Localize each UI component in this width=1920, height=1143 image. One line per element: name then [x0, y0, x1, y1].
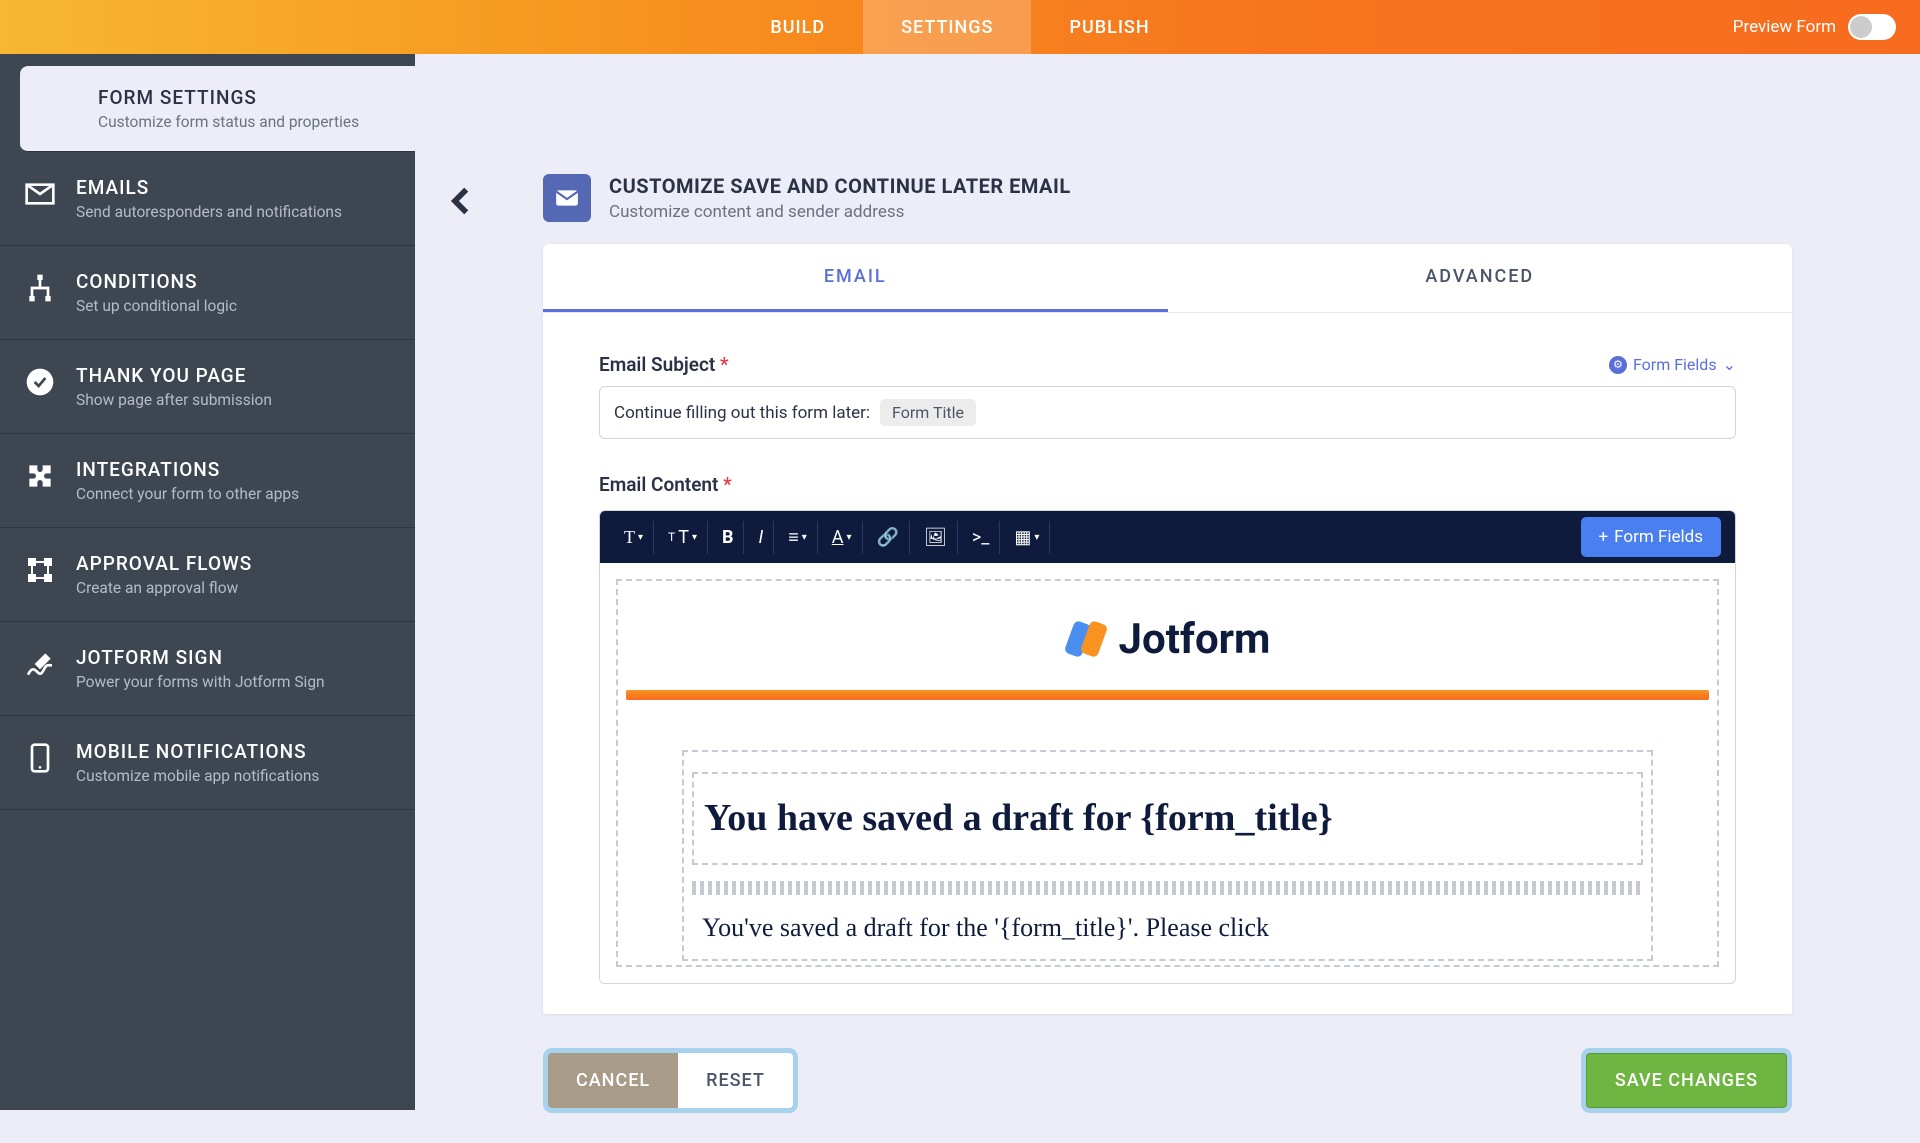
sidebar-item-mobile-notifications[interactable]: MOBILE NOTIFICATIONS Customize mobile ap…	[0, 716, 415, 810]
divider-bar	[626, 690, 1709, 700]
sidebar-item-label: THANK YOU PAGE	[76, 364, 391, 387]
sidebar-item-sub: Power your forms with Jotform Sign	[76, 673, 391, 691]
preview-toggle[interactable]	[1848, 14, 1896, 40]
sidebar-item-sub: Connect your form to other apps	[76, 485, 391, 503]
email-subject-label: Email Subject *	[599, 353, 729, 376]
form-fields-dropdown[interactable]: ⚙ Form Fields ⌄	[1609, 355, 1736, 374]
gear-small-icon: ⚙	[1609, 356, 1627, 374]
sidebar-item-label: FORM SETTINGS	[98, 86, 391, 109]
panel-tabs: EMAIL ADVANCED	[543, 244, 1792, 313]
preview-form-label: Preview Form	[1733, 17, 1836, 37]
sidebar-item-sub: Show page after submission	[76, 391, 391, 409]
reset-button[interactable]: RESET	[678, 1053, 793, 1108]
sidebar-item-label: EMAILS	[76, 176, 391, 199]
tab-settings[interactable]: SETTINGS	[863, 0, 1031, 54]
sidebar-item-sub: Set up conditional logic	[76, 297, 391, 315]
panel: EMAIL ADVANCED Email Subject * ⚙ Form Fi…	[543, 244, 1792, 1014]
page-header: CUSTOMIZE SAVE AND CONTINUE LATER EMAIL …	[415, 54, 1920, 222]
form-title-chip[interactable]: Form Title	[880, 399, 976, 426]
tree-icon	[24, 272, 56, 304]
footer: CANCEL RESET SAVE CHANGES	[415, 1014, 1920, 1143]
sidebar-item-label: JOTFORM SIGN	[76, 646, 391, 669]
tab-email[interactable]: EMAIL	[543, 244, 1168, 312]
sidebar-item-conditions[interactable]: CONDITIONS Set up conditional logic	[0, 246, 415, 340]
page-subtitle: Customize content and sender address	[609, 202, 1071, 222]
cancel-button[interactable]: CANCEL	[548, 1053, 678, 1108]
image-tool[interactable]: 🖼	[914, 521, 958, 554]
sidebar: FORM SETTINGS Customize form status and …	[0, 54, 415, 1110]
align-tool[interactable]: ≡▾	[778, 521, 818, 554]
preview-form: Preview Form	[1733, 14, 1896, 40]
sidebar-item-jotform-sign[interactable]: JOTFORM SIGN Power your forms with Jotfo…	[0, 622, 415, 716]
table-tool[interactable]: ▦▾	[1004, 521, 1050, 554]
sidebar-item-emails[interactable]: EMAILS Send autoresponders and notificat…	[0, 152, 415, 246]
email-subject-input[interactable]: Continue filling out this form later: Fo…	[599, 386, 1736, 439]
sidebar-item-sub: Customize mobile app notifications	[76, 767, 391, 785]
signature-icon	[24, 648, 56, 680]
sidebar-item-form-settings[interactable]: FORM SETTINGS Customize form status and …	[20, 66, 415, 152]
font-family-tool[interactable]: T▾	[614, 521, 654, 554]
sidebar-item-label: CONDITIONS	[76, 270, 391, 293]
gear-icon	[46, 88, 78, 120]
editor-toolbar: T▾ TT▾ B I ≡▾ A▾ 🔗 🖼 >_ ▦▾ +Form Fields	[600, 511, 1735, 563]
draft-title[interactable]: You have saved a draft for {form_title}	[704, 794, 1631, 843]
check-circle-icon	[24, 366, 56, 398]
code-tool[interactable]: >_	[962, 521, 1001, 554]
link-tool[interactable]: 🔗	[867, 521, 910, 554]
sidebar-item-integrations[interactable]: INTEGRATIONS Connect your form to other …	[0, 434, 415, 528]
divider	[692, 881, 1643, 895]
form-fields-button[interactable]: +Form Fields	[1581, 517, 1722, 557]
font-size-tool[interactable]: TT▾	[658, 521, 708, 554]
sidebar-item-label: APPROVAL FLOWS	[76, 552, 391, 575]
top-tabs: BUILD SETTINGS PUBLISH	[732, 0, 1187, 54]
main: CUSTOMIZE SAVE AND CONTINUE LATER EMAIL …	[415, 54, 1920, 1110]
editor-body[interactable]: Jotform You have saved a draft for {form…	[600, 563, 1735, 983]
sidebar-item-sub: Create an approval flow	[76, 579, 391, 597]
sidebar-item-thank-you[interactable]: THANK YOU PAGE Show page after submissio…	[0, 340, 415, 434]
logo-area: Jotform	[622, 585, 1713, 690]
email-content-label: Email Content *	[599, 473, 1736, 496]
back-button[interactable]	[445, 184, 479, 222]
sidebar-item-sub: Customize form status and properties	[98, 113, 391, 131]
italic-tool[interactable]: I	[748, 521, 774, 554]
chevron-down-icon: ⌄	[1723, 355, 1736, 374]
puzzle-icon	[24, 460, 56, 492]
save-changes-button[interactable]: SAVE CHANGES	[1586, 1053, 1787, 1108]
envelope-icon	[24, 178, 56, 210]
email-content-editor: T▾ TT▾ B I ≡▾ A▾ 🔗 🖼 >_ ▦▾ +Form Fields	[599, 510, 1736, 984]
page-title: CUSTOMIZE SAVE AND CONTINUE LATER EMAIL	[609, 174, 1071, 198]
bold-tool[interactable]: B	[712, 521, 745, 554]
sidebar-item-approval-flows[interactable]: APPROVAL FLOWS Create an approval flow	[0, 528, 415, 622]
sidebar-item-label: INTEGRATIONS	[76, 458, 391, 481]
tab-build[interactable]: BUILD	[732, 0, 863, 54]
jotform-logo-icon	[1065, 620, 1105, 660]
envelope-icon	[543, 174, 591, 222]
text-color-tool[interactable]: A▾	[822, 521, 863, 554]
sidebar-item-sub: Send autoresponders and notifications	[76, 203, 391, 221]
sidebar-item-label: MOBILE NOTIFICATIONS	[76, 740, 391, 763]
draft-body-text[interactable]: You've saved a draft for the '{form_titl…	[692, 905, 1643, 951]
cancel-reset-group: CANCEL RESET	[543, 1048, 798, 1113]
tab-advanced[interactable]: ADVANCED	[1168, 244, 1793, 312]
tab-publish[interactable]: PUBLISH	[1031, 0, 1187, 54]
topbar: BUILD SETTINGS PUBLISH Preview Form	[0, 0, 1920, 54]
jotform-logo-text: Jotform	[1119, 615, 1271, 664]
mobile-icon	[24, 742, 56, 774]
flow-icon	[24, 554, 56, 586]
